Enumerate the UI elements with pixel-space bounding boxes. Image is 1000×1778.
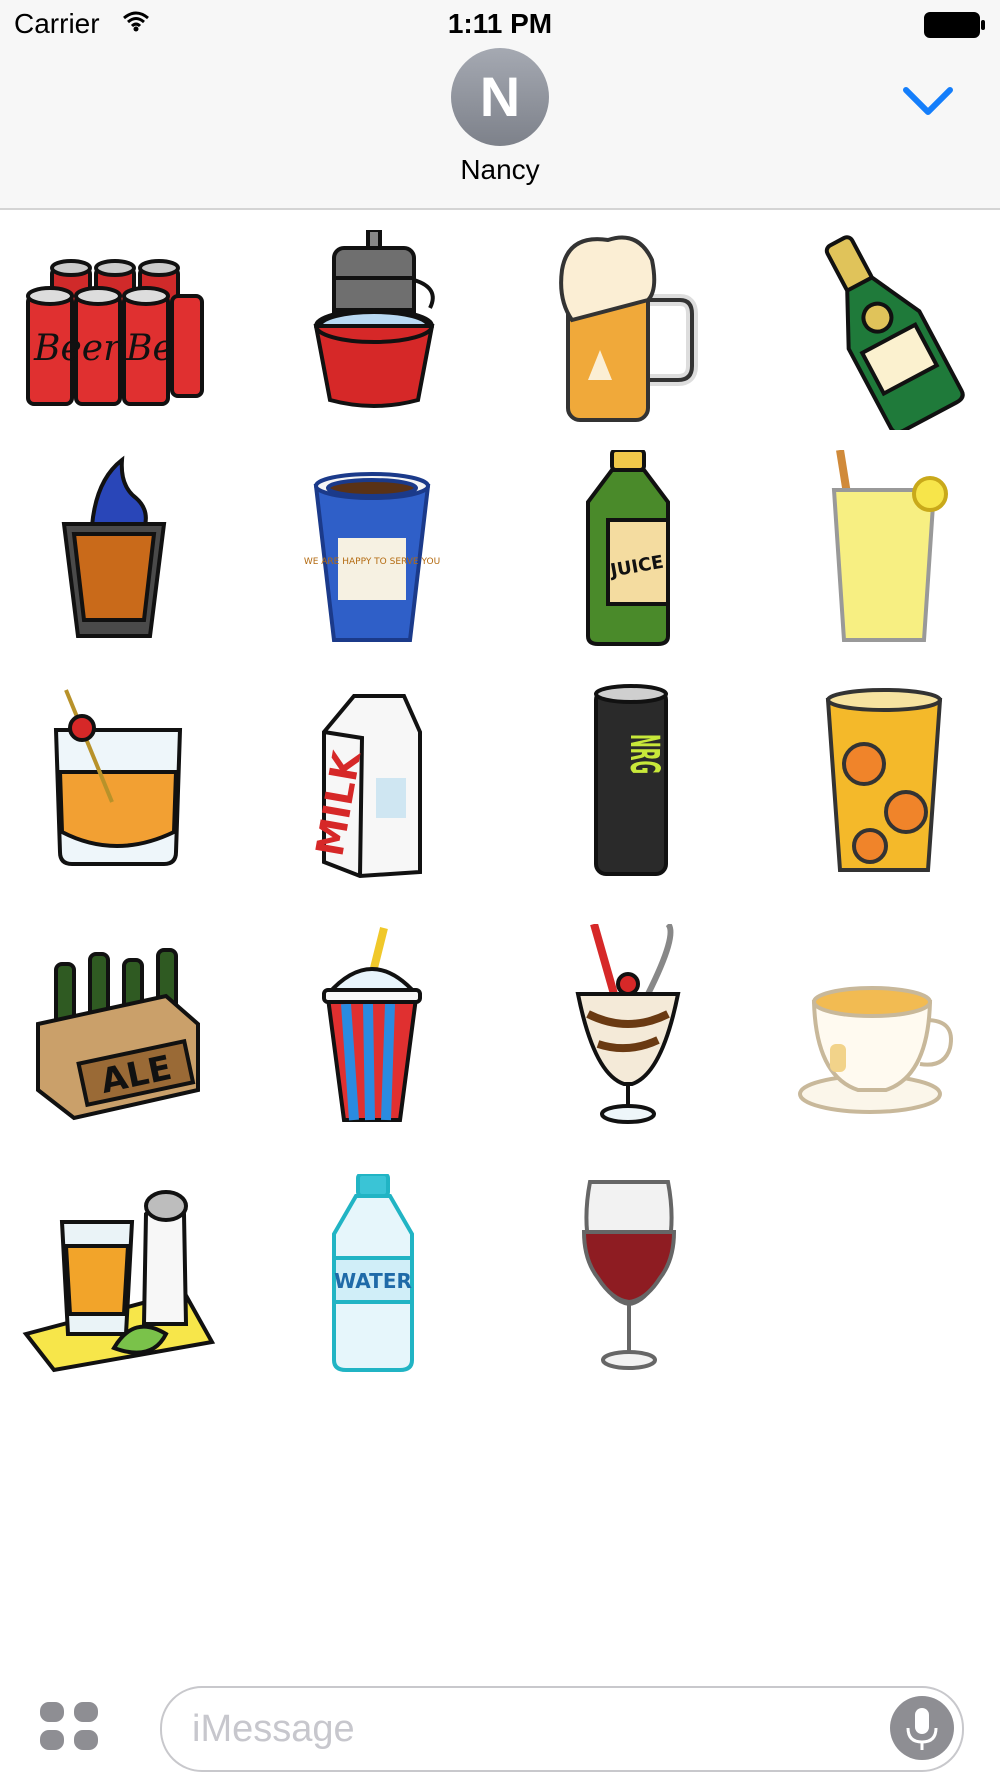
sticker-slushie-cup[interactable] [272,924,472,1124]
svg-text:Be: Be [125,328,174,369]
chevron-down-icon [903,87,953,115]
sticker-tea-cup[interactable] [784,924,984,1124]
app-drawer-icon [40,1702,98,1750]
sticker-label: NRG [621,734,667,774]
sticker-energy-drink-can[interactable]: NRG [528,682,728,882]
beer-cans-sticker-icon: Beer Be [26,259,204,406]
status-bar: Carrier 1:11 PM [0,0,1000,48]
imessage-placeholder: iMessage [192,1708,355,1750]
ale-crate-sticker-icon: ALE [36,948,200,1121]
sticker-label: Beer [33,328,122,369]
imessage-input[interactable]: iMessage [160,1686,964,1772]
sticker-flaming-shot[interactable] [16,450,216,650]
flaming-shot-sticker-icon [61,455,167,638]
energy-can-sticker-icon: NRG [594,684,668,876]
collapse-button[interactable] [898,80,958,120]
sticker-milk-carton[interactable]: MILK [272,682,472,882]
juice-bottle-sticker-icon: JUICE [586,450,670,646]
sticker-champagne-bottle[interactable] [784,230,984,430]
beer-mug-sticker-icon [559,235,698,422]
sticker-greek-coffee-cup[interactable]: WE ARE HAPPY TO SERVE YOU [272,450,472,650]
sticker-lemonade-glass[interactable] [784,450,984,650]
app-drawer-button[interactable] [38,1700,100,1752]
sticker-beer-six-pack-cans[interactable]: Beer Be [16,230,216,430]
champagne-sticker-icon [824,235,965,430]
microphone-icon [906,1708,938,1750]
coffee-cup-sticker-icon: WE ARE HAPPY TO SERVE YOU [304,472,440,642]
milk-carton-sticker-icon: MILK [308,694,422,879]
sticker-beer-keg-ice-bucket[interactable] [272,230,472,430]
tea-cup-sticker-icon [798,986,953,1114]
microphone-button[interactable] [890,1696,954,1760]
sticker-grid: Beer Be WE ARE HAPPY TO SERVE YOU JUICE … [0,214,1000,1414]
keg-sticker-icon [313,230,435,408]
sticker-milkshake-sundae[interactable] [528,924,728,1124]
sticker-beer-mug[interactable] [528,230,728,430]
sticker-water-bottle[interactable]: WATER [272,1174,472,1374]
milkshake-sticker-icon [575,924,681,1124]
sticker-iced-tea-glass[interactable] [784,682,984,882]
sticker-label: WATER [334,1269,412,1293]
avatar[interactable]: N [451,48,549,146]
sticker-old-fashioned-cocktail[interactable] [16,682,216,882]
battery-icon [924,12,986,43]
contact-name[interactable]: Nancy [0,154,1000,186]
cocktail-sticker-icon [53,689,183,866]
conversation-header: N Nancy [0,48,1000,210]
message-input-bar: iMessage [0,1668,1000,1778]
sticker-ale-six-pack-crate[interactable]: ALE [16,924,216,1124]
tequila-sticker-icon [22,1190,216,1373]
sticker-red-wine-glass[interactable] [528,1174,728,1374]
sticker-tequila-shot-salt-lime[interactable] [16,1174,216,1374]
lemonade-sticker-icon [831,450,948,642]
sticker-label: WE ARE HAPPY TO SERVE YOU [304,557,440,567]
status-time: 1:11 PM [447,8,553,39]
water-bottle-sticker-icon: WATER [332,1174,414,1372]
iced-tea-sticker-icon [825,688,943,872]
slushie-sticker-icon [322,927,422,1122]
wine-glass-sticker-icon [581,1180,677,1370]
sticker-juice-bottle[interactable]: JUICE [528,450,728,650]
